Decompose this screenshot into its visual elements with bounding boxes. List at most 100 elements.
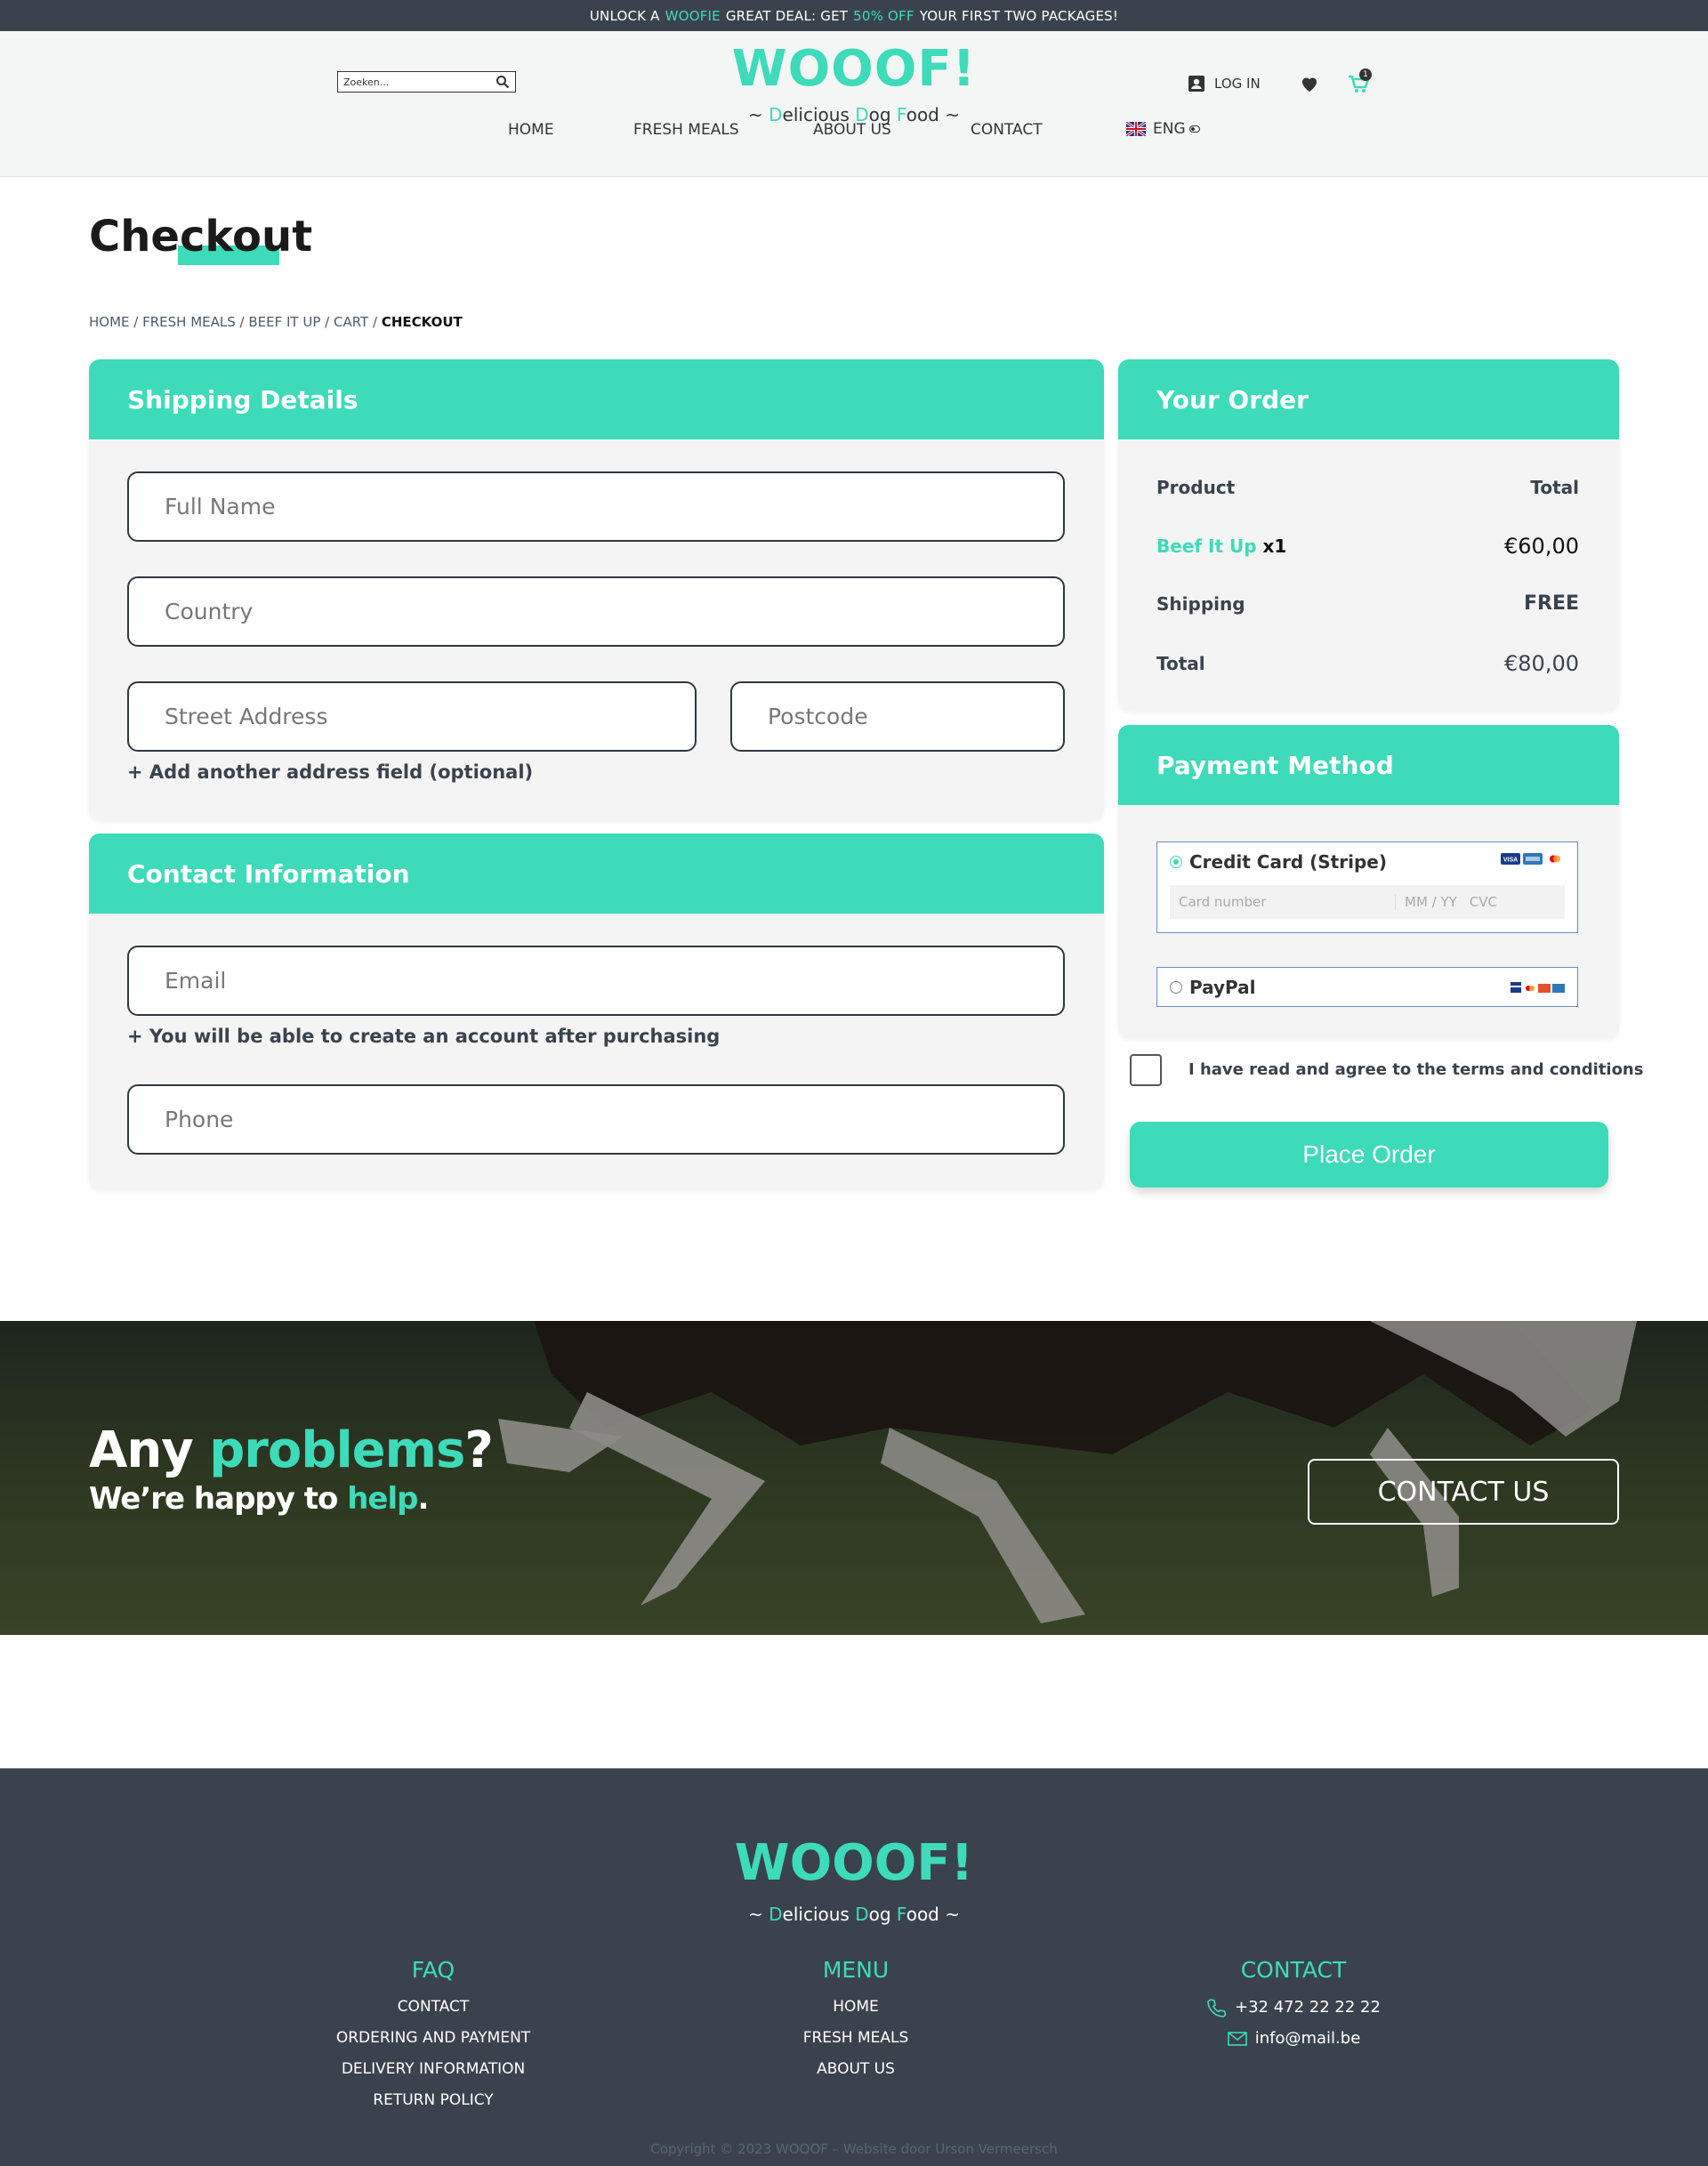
shipping-row: Shipping FREE bbox=[1156, 592, 1579, 615]
tagline-part: ood ~ bbox=[906, 1904, 960, 1925]
nav-item-home[interactable]: HOME bbox=[508, 121, 554, 139]
country-field[interactable]: Country bbox=[127, 576, 1065, 647]
footer-contact-heading: CONTACT bbox=[1240, 1957, 1347, 1983]
phone-icon bbox=[1207, 1998, 1227, 2017]
total-label: Total bbox=[1156, 653, 1205, 674]
total-value: €80,00 bbox=[1504, 651, 1579, 676]
full-name-field[interactable]: Full Name bbox=[127, 471, 1065, 542]
breadcrumb: HOME / FRESH MEALS / BEEF IT UP / CART /… bbox=[89, 314, 463, 330]
site-header: WOOOF! ~ Delicious Dog Food ~ bbox=[0, 31, 1708, 177]
amex-icon bbox=[1523, 853, 1543, 865]
terms-checkbox[interactable] bbox=[1130, 1054, 1162, 1086]
promo-text: YOUR FIRST TWO PACKAGES! bbox=[919, 7, 1119, 24]
payment-method-heading: Payment Method bbox=[1118, 725, 1619, 805]
tagline-letter: D bbox=[855, 1904, 869, 1925]
product-column-header: Product bbox=[1156, 477, 1236, 498]
credit-card-option[interactable]: Credit Card (Stripe) VISA Card number MM… bbox=[1156, 841, 1578, 933]
language-switcher[interactable]: ENG bbox=[1126, 120, 1200, 138]
search-placeholder: Zoeken... bbox=[343, 76, 390, 88]
paypal-option[interactable]: PayPal bbox=[1156, 967, 1578, 1007]
card-cvc-input[interactable]: CVC bbox=[1457, 894, 1497, 910]
banner-subtitle: We’re happy to help. bbox=[89, 1481, 429, 1517]
footer-email[interactable]: info@mail.be bbox=[1160, 2023, 1427, 2054]
footer-faq-column: FAQ CONTACT ORDERING AND PAYMENT DELIVER… bbox=[300, 1957, 567, 2116]
footer-link-return-policy[interactable]: RETURN POLICY bbox=[300, 2085, 567, 2116]
search-icon[interactable] bbox=[495, 75, 510, 89]
paypal-radio[interactable] bbox=[1170, 981, 1182, 994]
page-title: Checkout bbox=[89, 212, 313, 262]
paypal-label: PayPal bbox=[1189, 977, 1256, 998]
contact-us-button[interactable]: CONTACT US bbox=[1308, 1459, 1619, 1525]
product-name-link[interactable]: Beef It Up bbox=[1156, 535, 1257, 557]
login-label: LOG IN bbox=[1214, 76, 1261, 92]
footer-link-home[interactable]: HOME bbox=[722, 1992, 989, 2023]
account-hint: + You will be able to create an account … bbox=[127, 1026, 721, 1047]
svg-text:VISA: VISA bbox=[1503, 858, 1518, 864]
mastercard-icon bbox=[1545, 853, 1565, 865]
banner-subtitle-part: . bbox=[417, 1481, 429, 1517]
footer-menu-column: MENU HOME FRESH MEALS ABOUT US bbox=[722, 1957, 989, 2085]
footer-link-contact[interactable]: CONTACT bbox=[300, 1992, 567, 2023]
mastercard-icon bbox=[1524, 984, 1536, 993]
postcode-field[interactable]: Postcode bbox=[730, 681, 1065, 752]
login-link[interactable]: LOG IN bbox=[1188, 75, 1261, 93]
breadcrumb-home[interactable]: HOME bbox=[89, 314, 130, 330]
footer-phone-number: +32 472 22 22 22 bbox=[1235, 1998, 1381, 2017]
paypal-icon bbox=[1511, 982, 1521, 993]
heart-icon[interactable] bbox=[1299, 73, 1320, 94]
terms-label[interactable]: I have read and agree to the terms and c… bbox=[1188, 1060, 1643, 1079]
breadcrumb-beef-it-up[interactable]: BEEF IT UP bbox=[248, 314, 320, 330]
shipping-label: Shipping bbox=[1156, 592, 1245, 615]
amex-icon bbox=[1552, 984, 1565, 993]
footer-phone[interactable]: +32 472 22 22 22 bbox=[1160, 1992, 1427, 2023]
search-input[interactable]: Zoeken... bbox=[337, 71, 516, 93]
footer-link-about-us[interactable]: ABOUT US bbox=[722, 2054, 989, 2085]
shipping-value: FREE bbox=[1523, 592, 1579, 615]
email-field[interactable]: Email bbox=[127, 946, 1065, 1016]
language-toggle-icon bbox=[1188, 125, 1200, 133]
shipping-details-card: Shipping Details Full Name Country Stree… bbox=[89, 359, 1104, 820]
order-item-row: Beef It Up x1 €60,00 bbox=[1156, 534, 1579, 559]
footer-tagline: ~ Delicious Dog Food ~ bbox=[0, 1904, 1708, 1925]
footer-logo[interactable]: WOOOF! bbox=[0, 1834, 1708, 1892]
contact-information-heading: Contact Information bbox=[89, 833, 1104, 914]
card-input-row[interactable]: Card number MM / YY CVC bbox=[1170, 885, 1565, 919]
nav-item-about-us[interactable]: ABOUT US bbox=[813, 121, 891, 139]
logo[interactable]: WOOOF! bbox=[0, 40, 1708, 98]
order-header-row: Product Total bbox=[1156, 477, 1579, 498]
place-order-button[interactable]: Place Order bbox=[1130, 1122, 1608, 1188]
cart-count-badge: 1 bbox=[1359, 68, 1372, 81]
tagline-letter: D bbox=[769, 1904, 783, 1925]
tagline-letter: F bbox=[896, 1904, 906, 1925]
language-label: ENG bbox=[1153, 120, 1186, 138]
phone-field[interactable]: Phone bbox=[127, 1084, 1065, 1155]
card-number-input[interactable]: Card number bbox=[1170, 894, 1396, 910]
card-expiry-input[interactable]: MM / YY bbox=[1396, 894, 1457, 910]
total-row: Total €80,00 bbox=[1156, 651, 1579, 676]
paypal-logos bbox=[1510, 980, 1565, 994]
tagline-part: elicious bbox=[782, 1904, 856, 1925]
promo-discount: 50% OFF bbox=[853, 7, 914, 24]
visa-icon: VISA bbox=[1501, 853, 1520, 865]
banner-title: Any problems? bbox=[89, 1421, 494, 1479]
credit-card-radio[interactable] bbox=[1170, 856, 1182, 868]
breadcrumb-fresh-meals[interactable]: FRESH MEALS bbox=[142, 314, 236, 330]
street-address-field[interactable]: Street Address bbox=[127, 681, 697, 752]
nav-item-fresh-meals[interactable]: FRESH MEALS bbox=[633, 121, 739, 139]
footer-link-ordering-payment[interactable]: ORDERING AND PAYMENT bbox=[300, 2023, 567, 2054]
breadcrumb-cart[interactable]: CART bbox=[334, 314, 368, 330]
footer-menu-heading: MENU bbox=[822, 1957, 890, 1983]
credit-card-label: Credit Card (Stripe) bbox=[1189, 851, 1387, 873]
promo-text: UNLOCK A bbox=[589, 7, 660, 24]
banner-title-highlight: problems bbox=[209, 1421, 465, 1479]
uk-flag-icon bbox=[1126, 122, 1146, 136]
footer-link-delivery-info[interactable]: DELIVERY INFORMATION bbox=[300, 2054, 567, 2085]
envelope-icon bbox=[1227, 2031, 1247, 2046]
add-address-field-link[interactable]: + Add another address field (optional) bbox=[127, 761, 533, 783]
contact-information-card: Contact Information Email + You will be … bbox=[89, 833, 1104, 1189]
footer-link-fresh-meals[interactable]: FRESH MEALS bbox=[722, 2023, 989, 2054]
nav-item-contact[interactable]: CONTACT bbox=[971, 121, 1043, 139]
tagline-part: og bbox=[868, 1904, 897, 1925]
payment-method-card: Payment Method Credit Card (Stripe) VISA… bbox=[1118, 725, 1619, 1038]
copyright: Copyright © 2023 WOOOF – Website door Ur… bbox=[650, 2141, 1058, 2157]
